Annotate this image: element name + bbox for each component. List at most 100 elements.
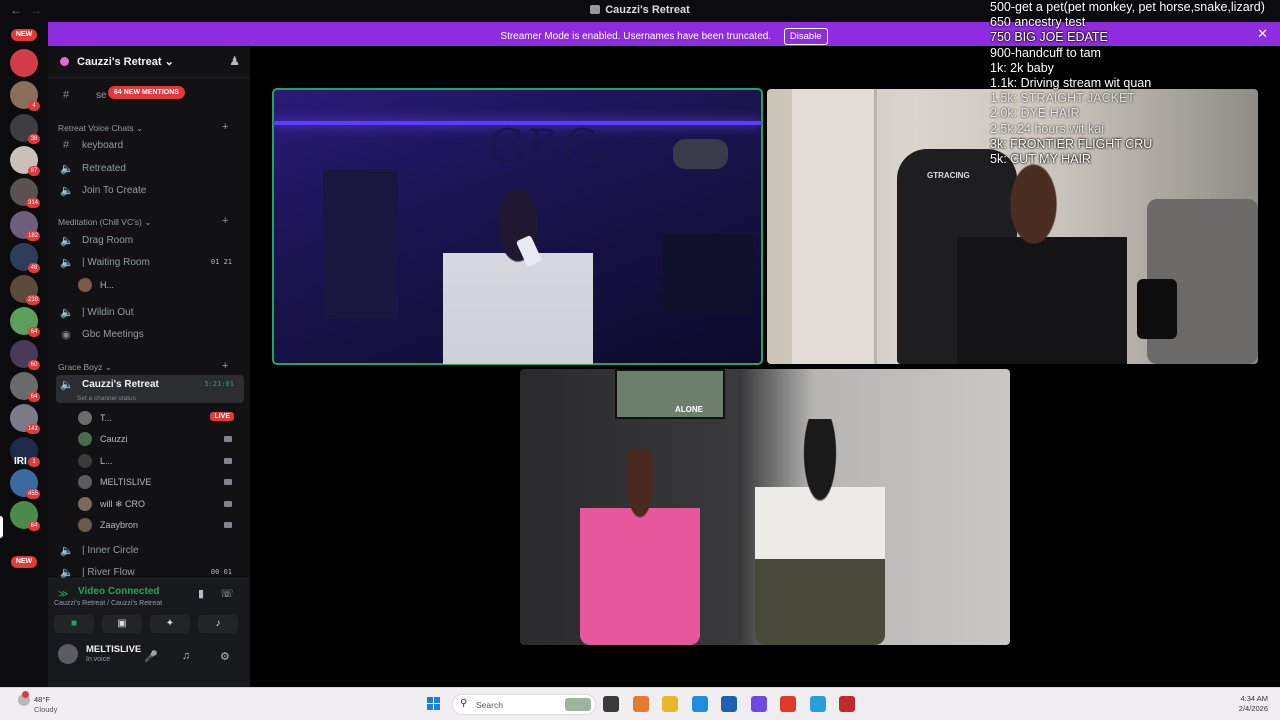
goal-line: 2.0k: DYE HAIR [990, 106, 1080, 121]
voice-member[interactable]: T... LIVE [76, 409, 244, 427]
weather-temperature[interactable]: 48°F [34, 695, 50, 704]
guild-header[interactable]: Cauzzi's Retreat ⌄ ♟ [48, 46, 250, 78]
unread-count-badge: 87 [28, 165, 40, 176]
channel-keyboard[interactable]: # keyboard [56, 136, 244, 156]
activities-button[interactable]: ✦ [150, 615, 190, 633]
settings-gear-icon[interactable]: ⚙ [220, 650, 230, 663]
unread-count-badge: 1 [28, 456, 40, 467]
taskbar-app-icon[interactable] [662, 696, 678, 712]
server-icon[interactable]: 141 [10, 404, 40, 435]
goal-line: 750 BIG JOE EDATE [990, 30, 1108, 45]
video-tile-1[interactable]: GBC [272, 88, 763, 365]
server-text-icon[interactable]: IRI [14, 456, 27, 467]
video-camera-icon [224, 479, 232, 486]
guild-name[interactable]: Cauzzi's Retreat ⌄ [77, 55, 174, 68]
add-channel-icon[interactable]: + [222, 121, 228, 133]
server-icon[interactable]: 182 [10, 210, 40, 241]
channel-retreated[interactable]: 🔈 Retreated [56, 159, 244, 179]
channel-join-to-create[interactable]: 🔈 Join To Create [56, 181, 244, 201]
voice-member[interactable]: MELTISLIVE [76, 473, 244, 491]
add-channel-icon[interactable]: + [222, 215, 228, 227]
goal-line: 900-handcuff to tam [990, 45, 1101, 60]
noise-suppression-icon[interactable]: ▮ [198, 587, 204, 600]
avatar [78, 453, 92, 468]
taskbar-app-icon[interactable] [691, 696, 708, 712]
voice-member[interactable]: Zaaybron [76, 516, 244, 534]
weather-condition[interactable]: Cloudy [34, 705, 57, 714]
taskbar-app-icon[interactable] [780, 696, 796, 712]
speaker-icon: 🔈 [60, 185, 74, 197]
add-channel-icon[interactable]: + [222, 360, 228, 372]
monitor [663, 234, 753, 314]
channel-inner-circle[interactable]: 🔈 | Inner Circle [56, 541, 244, 561]
server-icon[interactable]: 64 [10, 501, 40, 532]
new-mentions-badge[interactable]: 64 NEW MENTIONS [108, 86, 185, 99]
category-meditation[interactable]: Meditation (Chill VC's) ⌄ + [58, 215, 228, 228]
video-camera-icon [224, 500, 232, 507]
speaker-icon: 🔈 [60, 379, 74, 391]
category-retreat-voice[interactable]: Retreat Voice Chats ⌄ + [58, 121, 228, 134]
video-tile-3[interactable]: ALONE [520, 369, 1010, 645]
taskbar-search[interactable]: ⚲ Search [452, 694, 596, 715]
channel-gbc-meetings[interactable]: ◉ Gbc Meetings [56, 325, 244, 345]
server-icon[interactable]: 38 [10, 113, 40, 144]
person-figure [580, 449, 700, 645]
microphone-icon[interactable]: 🎤 [144, 650, 158, 663]
start-button[interactable] [427, 697, 441, 711]
server-icon[interactable] [10, 49, 38, 77]
voice-member[interactable]: H... [76, 276, 244, 294]
server-icon[interactable]: 87 [10, 145, 40, 176]
voice-member[interactable]: L... [76, 452, 244, 470]
signal-icon[interactable]: ≫ [58, 589, 68, 600]
user-limit-counter: 00 01 [210, 568, 232, 576]
user-panel: MELTISLIVE In voice 🎤 ♫ ⚙ [48, 636, 250, 687]
voice-status[interactable]: Video Connected [78, 586, 160, 597]
system-clock[interactable]: 4:34 AM 2/4/2026 [1239, 694, 1268, 714]
server-icon[interactable]: 64 [10, 372, 40, 402]
video-camera-icon [224, 522, 232, 528]
door [792, 89, 877, 364]
tv-screen: ALONE [615, 369, 725, 419]
taskbar-app-icon[interactable] [603, 696, 619, 712]
taskbar-app-icon[interactable] [721, 696, 737, 712]
avatar[interactable] [58, 644, 78, 664]
taskbar-app-icon[interactable] [632, 696, 649, 712]
unread-count-badge: 60 [28, 359, 40, 370]
disable-streamer-mode-button[interactable]: Disable [783, 28, 828, 45]
server-icon[interactable]: 314 [10, 178, 40, 209]
server-icon[interactable]: 48 [10, 242, 40, 273]
camera-toggle-button[interactable]: ■ [54, 615, 94, 633]
screen-share-button[interactable]: ▣ [102, 615, 142, 633]
channel-sidebar: Cauzzi's Retreat ⌄ ♟ # se 64 NEW MENTION… [48, 46, 250, 687]
live-badge[interactable]: LIVE [210, 412, 234, 421]
server-icon[interactable]: 60 [10, 339, 40, 370]
server-rail: NEW NEW 4 38 87 314 182 48 238 64 60 64 141 1 455 64 I… [0, 22, 48, 687]
server-icon[interactable]: 64 [10, 307, 40, 338]
avatar [78, 278, 92, 292]
taskbar-app-icon[interactable] [750, 696, 767, 712]
taskbar-app-icon[interactable] [839, 696, 855, 712]
goal-line: 1.1k: Driving stream wit quan [990, 76, 1152, 91]
headphones-icon[interactable]: ♫ [182, 650, 190, 662]
server-icon[interactable]: 238 [10, 275, 40, 306]
microphone [673, 139, 728, 169]
video-camera-icon [224, 436, 232, 443]
server-icon[interactable]: 4 [10, 81, 40, 112]
taskbar-app-icon[interactable] [809, 696, 826, 712]
voice-member[interactable]: will ❄ CRO [76, 495, 244, 513]
streamer-mode-message: Streamer Mode is enabled. Usernames have… [500, 31, 772, 42]
unread-count-badge: 314 [25, 198, 40, 209]
channel-drag-room[interactable]: 🔈 Drag Room [56, 231, 244, 251]
goal-line: 1k: 2k baby [990, 60, 1054, 75]
channel-waiting-room[interactable]: 🔈 | Waiting Room 01 21 [56, 253, 244, 273]
channel-wildin-out[interactable]: 🔈 | Wildin Out [56, 303, 244, 323]
channel-status[interactable]: Set a channel status [77, 395, 136, 402]
disconnect-icon[interactable]: ☏ [220, 587, 234, 600]
soundboard-button[interactable]: ♪ [198, 615, 238, 633]
category-grace-boyz[interactable]: Grace Boyz ⌄ + [58, 360, 228, 373]
server-icon[interactable]: 455 [10, 468, 40, 499]
voice-member[interactable]: Cauzzi [76, 430, 244, 448]
username[interactable]: MELTISLIVE [86, 644, 141, 655]
guild-icon [60, 57, 69, 66]
add-member-icon[interactable]: ♟ [229, 54, 240, 68]
